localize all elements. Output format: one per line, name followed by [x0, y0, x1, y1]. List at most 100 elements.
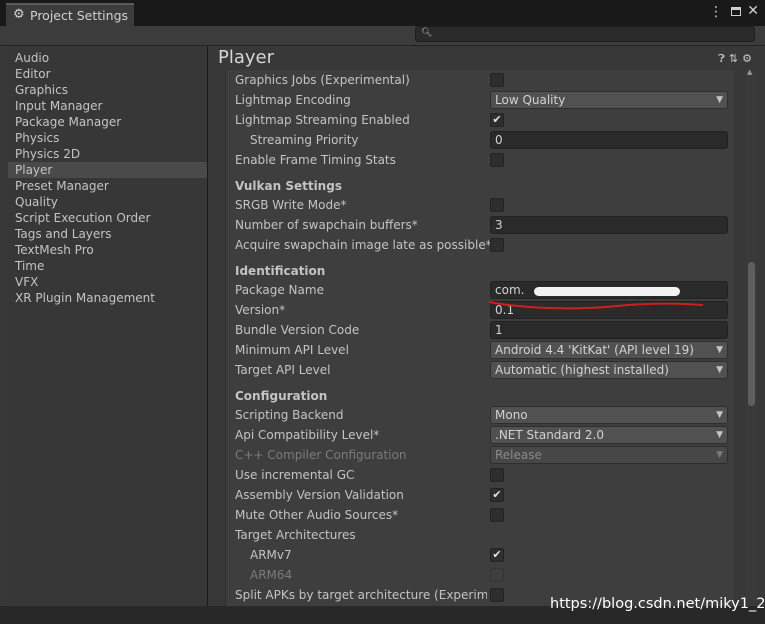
- lightmap-encoding-dropdown[interactable]: Low Quality ▼: [490, 91, 728, 109]
- sidebar-item-input-manager[interactable]: Input Manager: [8, 98, 207, 114]
- srgb-write-checkbox[interactable]: [490, 198, 504, 212]
- frame-timing-checkbox[interactable]: [490, 153, 504, 167]
- window-title: Project Settings: [30, 8, 129, 23]
- setting-label: Lightmap Encoding: [235, 93, 351, 107]
- swapchain-buffers-field[interactable]: 3: [490, 216, 728, 234]
- search-icon: 🔍︎: [421, 28, 433, 38]
- setting-label: Acquire swapchain image late as possible…: [235, 238, 492, 252]
- dropdown-value: Release: [495, 448, 542, 462]
- watermark: https://blog.csdn.net/miky1_2: [550, 596, 765, 612]
- chevron-down-icon: ▼: [716, 95, 723, 105]
- inspector-scrollbar[interactable]: ▲: [745, 68, 757, 606]
- search-input[interactable]: 🔍︎: [415, 26, 755, 42]
- setting-srgb-write: SRGB Write Mode*: [235, 195, 705, 215]
- kebab-menu-icon[interactable]: ⋮: [709, 4, 723, 20]
- close-icon[interactable]: ✕: [747, 3, 759, 19]
- sidebar-item-physics[interactable]: Physics: [8, 130, 207, 146]
- setting-armv7: ARMv7 ✔: [235, 545, 705, 565]
- window-tab[interactable]: ⚙ Project Settings: [6, 3, 134, 26]
- api-compatibility-dropdown[interactable]: .NET Standard 2.0 ▼: [490, 426, 728, 444]
- scrollbar-thumb[interactable]: [748, 262, 755, 406]
- redaction-mark: [534, 287, 680, 296]
- header-icons: ❓︎ ⇅ ⚙: [714, 52, 752, 66]
- setting-label: Mute Other Audio Sources*: [235, 508, 399, 522]
- setting-streaming-priority: Streaming Priority 0: [235, 130, 728, 150]
- sidebar-item-graphics[interactable]: Graphics: [8, 82, 207, 98]
- setting-frame-timing: Enable Frame Timing Stats: [235, 150, 705, 170]
- chevron-down-icon: ▼: [716, 365, 723, 375]
- maximize-icon[interactable]: [731, 7, 741, 16]
- min-api-dropdown[interactable]: Android 4.4 'KitKat' (API level 19) ▼: [490, 341, 728, 359]
- acquire-swapchain-checkbox[interactable]: [490, 238, 504, 252]
- settings-panel: Player ❓︎ ⇅ ⚙ Graphics Jobs (Experimental)…: [208, 46, 765, 606]
- setting-label: Minimum API Level: [235, 343, 349, 357]
- setting-label: Streaming Priority: [250, 133, 359, 147]
- sidebar-item-player[interactable]: Player: [8, 162, 207, 178]
- incremental-gc-checkbox[interactable]: [490, 468, 504, 482]
- setting-acquire-swapchain: Acquire swapchain image late as possible…: [235, 235, 705, 255]
- dropdown-value: Automatic (highest installed): [495, 363, 669, 377]
- sidebar-item-quality[interactable]: Quality: [8, 194, 207, 210]
- setting-label: Target API Level: [235, 363, 331, 377]
- setting-target-architectures: Target Architectures: [235, 525, 705, 545]
- toolbar: 🔍︎: [0, 26, 765, 46]
- project-settings-window: ⚙ Project Settings ⋮ ✕ 🔍︎ Audio Editor G…: [0, 0, 765, 624]
- gear-icon: ⚙: [13, 7, 25, 22]
- setting-lightmap-streaming: Lightmap Streaming Enabled ✔: [235, 110, 705, 130]
- setting-label: Lightmap Streaming Enabled: [235, 113, 410, 127]
- assembly-validation-checkbox[interactable]: ✔: [490, 488, 504, 502]
- setting-label: SRGB Write Mode*: [235, 198, 347, 212]
- title-bar: ⚙ Project Settings ⋮ ✕: [0, 0, 765, 26]
- target-api-dropdown[interactable]: Automatic (highest installed) ▼: [490, 361, 728, 379]
- sidebar-item-physics-2d[interactable]: Physics 2D: [8, 146, 207, 162]
- split-apks-checkbox[interactable]: [490, 588, 504, 602]
- arm64-checkbox: [490, 568, 504, 582]
- setting-scripting-backend: Scripting Backend Mono ▼: [235, 405, 728, 425]
- setting-label: Target Architectures: [235, 528, 356, 542]
- dropdown-value: Mono: [495, 408, 528, 422]
- setting-label: Graphics Jobs (Experimental): [235, 73, 410, 87]
- setting-label: Use incremental GC: [235, 468, 355, 482]
- chevron-down-icon: ▼: [716, 410, 723, 420]
- sidebar-item-time[interactable]: Time: [8, 258, 207, 274]
- armv7-checkbox[interactable]: ✔: [490, 548, 504, 562]
- streaming-priority-field[interactable]: 0: [490, 131, 728, 149]
- setting-api-compatibility: Api Compatibility Level* .NET Standard 2…: [235, 425, 728, 445]
- chevron-down-icon: ▼: [716, 450, 723, 460]
- setting-label: Scripting Backend: [235, 408, 344, 422]
- sidebar-item-textmesh-pro[interactable]: TextMesh Pro: [8, 242, 207, 258]
- setting-mute-audio: Mute Other Audio Sources*: [235, 505, 705, 525]
- setting-label: Api Compatibility Level*: [235, 428, 380, 442]
- sidebar-item-editor[interactable]: Editor: [8, 66, 207, 82]
- sidebar-item-xr-plugin-management[interactable]: XR Plugin Management: [8, 290, 207, 306]
- setting-label: Version*: [235, 303, 286, 317]
- page-title: Player: [218, 47, 275, 68]
- setting-incremental-gc: Use incremental GC: [235, 465, 705, 485]
- sidebar-item-script-execution-order[interactable]: Script Execution Order: [8, 210, 207, 226]
- setting-target-api: Target API Level Automatic (highest inst…: [235, 360, 728, 380]
- help-icon[interactable]: ❓︎: [718, 52, 725, 65]
- scroll-up-icon[interactable]: ▲: [747, 68, 752, 76]
- sidebar-item-preset-manager[interactable]: Preset Manager: [8, 178, 207, 194]
- setting-swapchain-buffers: Number of swapchain buffers* 3: [235, 215, 728, 235]
- sidebar-item-tags-and-layers[interactable]: Tags and Layers: [8, 226, 207, 242]
- setting-label: Package Name: [235, 283, 324, 297]
- lightmap-streaming-checkbox[interactable]: ✔: [490, 113, 504, 127]
- setting-label: Assembly Version Validation: [235, 488, 404, 502]
- scripting-backend-dropdown[interactable]: Mono ▼: [490, 406, 728, 424]
- bundle-version-code-field[interactable]: 1: [490, 321, 728, 339]
- sidebar-item-audio[interactable]: Audio: [8, 50, 207, 66]
- sliders-icon[interactable]: ⇅: [729, 52, 738, 65]
- setting-label: ARMv7: [250, 548, 292, 562]
- chevron-down-icon: ▼: [716, 430, 723, 440]
- dropdown-value: Android 4.4 'KitKat' (API level 19): [495, 343, 694, 357]
- cpp-compiler-dropdown: Release ▼: [490, 446, 728, 464]
- graphics-jobs-checkbox[interactable]: [490, 73, 504, 87]
- sidebar-item-vfx[interactable]: VFX: [8, 274, 207, 290]
- setting-min-api: Minimum API Level Android 4.4 'KitKat' (…: [235, 340, 728, 360]
- sidebar-item-package-manager[interactable]: Package Manager: [8, 114, 207, 130]
- mute-audio-checkbox[interactable]: [490, 508, 504, 522]
- setting-assembly-validation: Assembly Version Validation ✔: [235, 485, 705, 505]
- gear-icon[interactable]: ⚙: [742, 52, 752, 65]
- red-underline-annotation: [488, 301, 704, 310]
